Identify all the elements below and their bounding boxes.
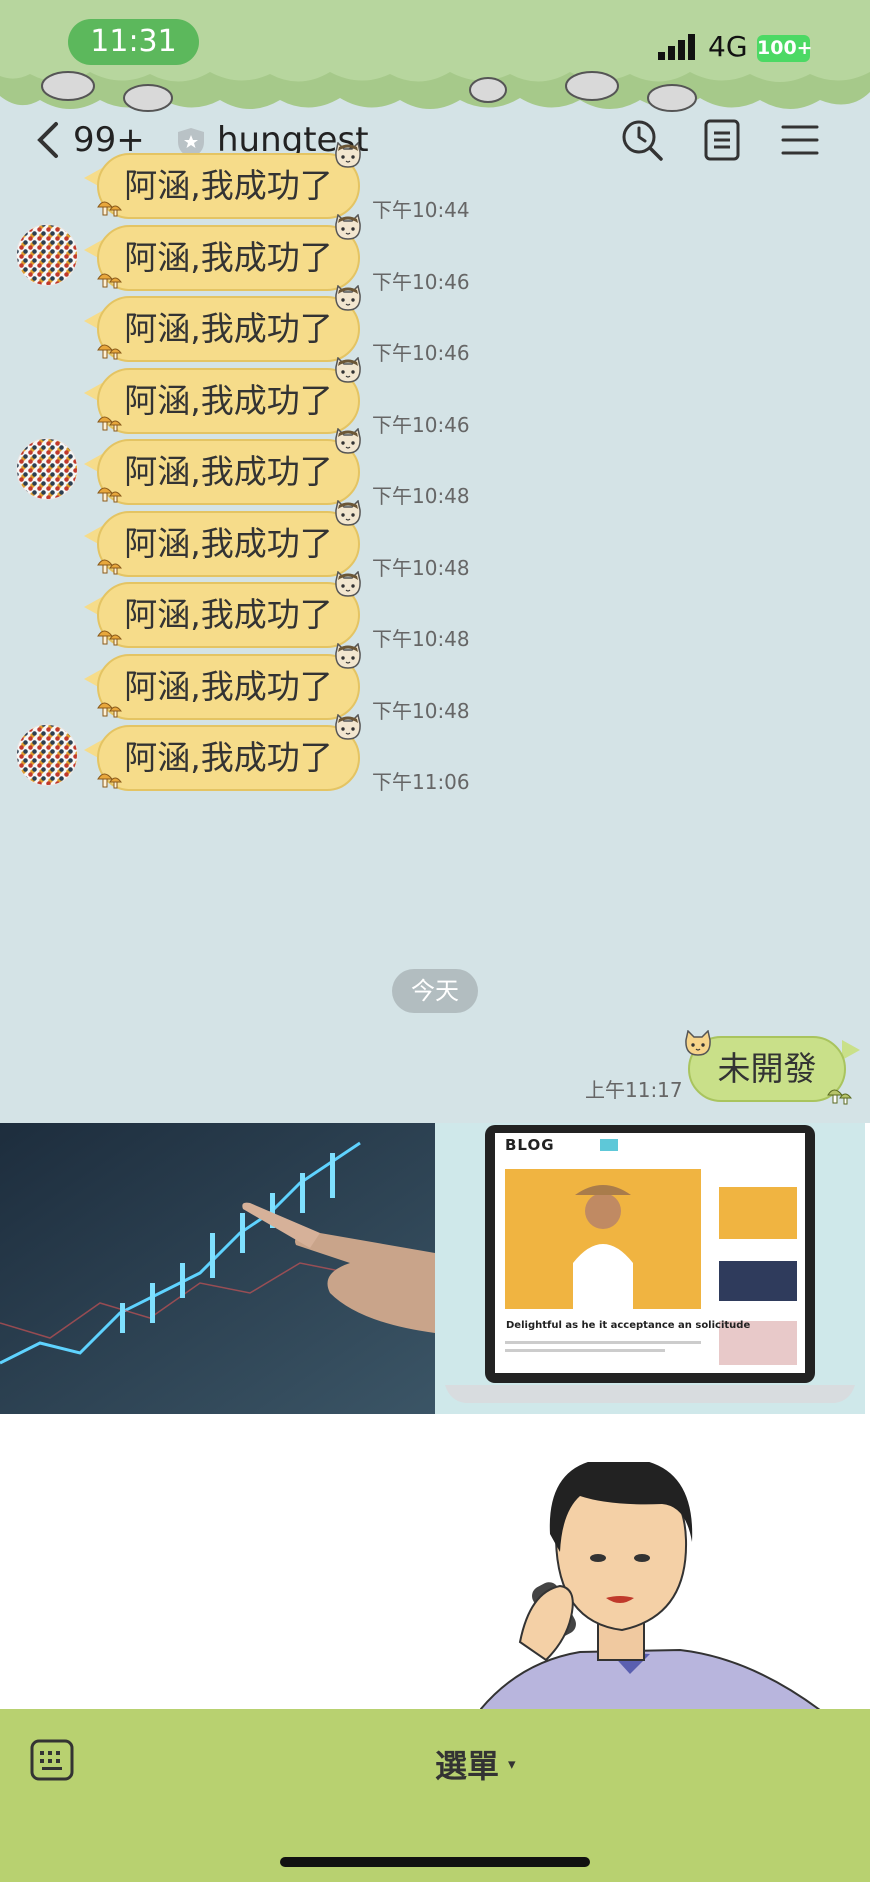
mushroom-sticker-icon	[97, 487, 123, 503]
cellular-signal-icon	[658, 34, 695, 60]
menu-toggle-label[interactable]: 選單	[435, 1741, 499, 1787]
message-bubble[interactable]: 阿涵,我成功了	[97, 153, 360, 219]
cat-sticker-icon	[335, 142, 361, 168]
incoming-message: 阿涵,我成功了 下午10:44	[0, 142, 870, 226]
blog-heading: BLOG	[505, 1136, 555, 1154]
chat-header: 11:31 4G 100+ 99+ hungtest	[0, 0, 870, 165]
mushroom-sticker-icon	[97, 702, 123, 718]
mushroom-sticker-icon	[97, 344, 123, 360]
mushroom-sticker-icon	[97, 416, 123, 432]
cat-sticker-icon	[335, 214, 361, 240]
bottom-menu-bar: 選單 ▾	[0, 1709, 870, 1882]
cat-sticker-icon	[335, 571, 361, 597]
outgoing-bubble-tail	[842, 1040, 860, 1060]
incoming-message: 阿涵,我成功了 下午10:46	[0, 357, 870, 441]
mushroom-sticker-icon	[97, 273, 123, 289]
incoming-message: 阿涵,我成功了 下午10:48	[0, 571, 870, 655]
cat-sticker-icon	[335, 357, 361, 383]
sender-avatar[interactable]	[16, 438, 78, 500]
mushroom-sticker-icon	[97, 773, 123, 789]
mushroom-sticker-icon	[827, 1089, 853, 1105]
incoming-message: 阿涵,我成功了 下午10:48	[0, 500, 870, 584]
cat-sticker-icon	[335, 643, 361, 669]
message-bubble[interactable]: 阿涵,我成功了	[97, 225, 360, 291]
incoming-message: 阿涵,我成功了 下午10:46	[0, 285, 870, 369]
home-indicator	[280, 1857, 590, 1867]
network-type: 4G	[708, 30, 748, 63]
caret-down-icon[interactable]: ▾	[508, 1755, 516, 1773]
message-bubble[interactable]: 阿涵,我成功了	[97, 368, 360, 434]
message-bubble[interactable]: 阿涵,我成功了	[97, 439, 360, 505]
date-separator: 今天	[392, 969, 478, 1013]
mushroom-sticker-icon	[97, 201, 123, 217]
keyboard-icon[interactable]	[30, 1739, 74, 1781]
message-bubble[interactable]: 阿涵,我成功了	[97, 582, 360, 648]
cat-sticker-icon	[335, 285, 361, 311]
mushroom-sticker-icon	[97, 630, 123, 646]
phone-call-illustration[interactable]	[480, 1462, 860, 1710]
outgoing-message-time: 上午11:17	[585, 1078, 683, 1102]
sender-avatar[interactable]	[16, 224, 78, 286]
blog-caption: Delightful as he it acceptance an solici…	[506, 1320, 751, 1331]
blog-laptop-image[interactable]	[435, 1123, 865, 1414]
cat-sticker-icon	[335, 428, 361, 454]
battery-indicator: 100+	[757, 35, 813, 62]
cat-sticker-icon	[685, 1030, 711, 1056]
cat-sticker-icon	[335, 714, 361, 740]
status-time: 11:31	[68, 19, 199, 65]
cat-sticker-icon	[335, 500, 361, 526]
incoming-message: 阿涵,我成功了 下午10:48	[0, 428, 870, 512]
incoming-message: 阿涵,我成功了 下午11:06	[0, 714, 870, 798]
incoming-message: 阿涵,我成功了 下午10:48	[0, 643, 870, 727]
sender-avatar[interactable]	[16, 724, 78, 786]
mushroom-sticker-icon	[97, 559, 123, 575]
message-bubble[interactable]: 阿涵,我成功了	[97, 654, 360, 720]
stock-chart-image[interactable]	[0, 1123, 435, 1414]
incoming-message: 阿涵,我成功了 下午10:46	[0, 214, 870, 298]
message-bubble[interactable]: 阿涵,我成功了	[97, 725, 360, 791]
message-bubble[interactable]: 阿涵,我成功了	[97, 296, 360, 362]
message-time: 下午11:06	[372, 770, 470, 794]
message-bubble[interactable]: 阿涵,我成功了	[97, 511, 360, 577]
